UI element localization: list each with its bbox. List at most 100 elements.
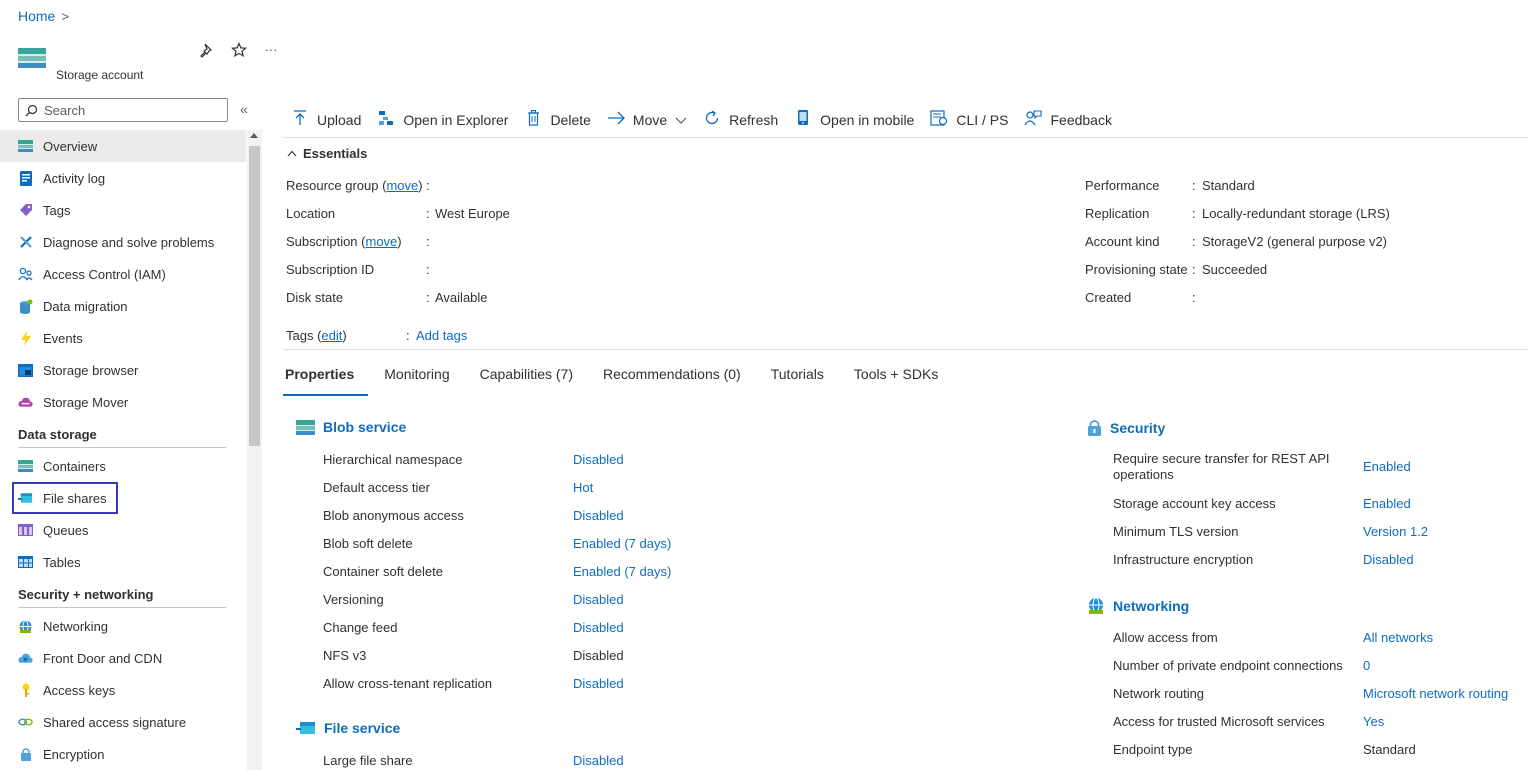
upload-icon [291, 109, 309, 131]
upload-button[interactable]: Upload [283, 106, 369, 134]
cloud-icon [18, 395, 33, 410]
sidebar-item-queues[interactable]: Queues [0, 514, 246, 546]
sidebar-item-shared-access-signature[interactable]: Shared access signature [0, 706, 246, 738]
tab-recommendations[interactable]: Recommendations (0) [601, 362, 755, 396]
sidebar-search[interactable] [18, 98, 228, 122]
sidebar-item-networking[interactable]: Networking [0, 610, 246, 642]
sidebar-item-tables[interactable]: Tables [0, 546, 246, 578]
essentials-divider [283, 349, 1528, 350]
sidebar-item-label: Front Door and CDN [43, 650, 163, 666]
sidebar-item-overview[interactable]: Overview [0, 130, 246, 162]
more-actions-button[interactable]: ··· [262, 42, 280, 62]
networking-heading[interactable]: Networking [1087, 597, 1189, 615]
sidebar-item-activity-log[interactable]: Activity log [0, 162, 246, 194]
cli-ps-label: CLI / PS [956, 112, 1009, 128]
sidebar-item-storage-browser[interactable]: Storage browser [0, 354, 246, 386]
property-value[interactable]: Enabled [1363, 496, 1411, 511]
ess-key: Location [286, 206, 336, 221]
file-shares-icon [18, 491, 33, 506]
property-value[interactable]: Yes [1363, 714, 1384, 729]
storage-browser-icon [18, 363, 33, 378]
property-value[interactable]: Disabled [573, 753, 624, 768]
property-value[interactable]: Disabled [573, 508, 624, 523]
subscription-move-link[interactable]: move [366, 234, 398, 249]
property-value[interactable]: Enabled [1363, 459, 1411, 474]
star-icon[interactable] [230, 41, 248, 62]
activity-log-icon [18, 170, 33, 186]
refresh-label: Refresh [729, 112, 779, 128]
sidebar-scrollbar[interactable] [247, 130, 262, 770]
tags-edit-link[interactable]: edit [321, 328, 342, 343]
property-value[interactable]: Microsoft network routing [1363, 686, 1508, 701]
ess-colon: : [426, 262, 430, 277]
file-service-heading[interactable]: File service [296, 720, 400, 736]
breadcrumb-home-link[interactable]: Home [18, 8, 55, 24]
sidebar-item-containers[interactable]: Containers [0, 450, 246, 482]
sidebar-item-tags[interactable]: Tags [0, 194, 246, 226]
search-icon [25, 104, 38, 116]
tab-capabilities[interactable]: Capabilities (7) [478, 362, 587, 396]
property-value[interactable]: Disabled [573, 676, 624, 691]
refresh-button[interactable]: Refresh [695, 106, 786, 134]
sidebar-item-storage-mover[interactable]: Storage Mover [0, 386, 246, 418]
essentials-toggle[interactable]: Essentials [287, 146, 367, 161]
sidebar-item-encryption[interactable]: Encryption [0, 738, 246, 770]
sidebar-item-file-shares[interactable]: File shares [12, 482, 118, 514]
arrow-right-icon [607, 111, 625, 130]
sidebar-item-label: Shared access signature [43, 714, 187, 730]
tab-monitoring[interactable]: Monitoring [382, 362, 463, 396]
tab-tools-sdks[interactable]: Tools + SDKs [852, 362, 952, 396]
sidebar-item-data-migration[interactable]: Data migration [0, 290, 246, 322]
property-value[interactable]: Disabled [1363, 552, 1414, 567]
file-service-list: Large file share Disabled [323, 753, 743, 770]
property-value[interactable]: Hot [573, 480, 593, 495]
resource-group-move-link[interactable]: move [386, 178, 418, 193]
property-value[interactable]: 0 [1363, 658, 1370, 673]
property-label: Number of private endpoint connections [1113, 658, 1343, 673]
sidebar-nav: Overview Activity log Tags Diagnose and … [0, 130, 246, 770]
cli-ps-button[interactable]: CLI / PS [922, 106, 1016, 134]
search-input[interactable] [44, 102, 214, 118]
networking-icon [18, 619, 33, 634]
scroll-up-arrow[interactable] [250, 133, 258, 138]
security-heading[interactable]: Security [1087, 419, 1165, 436]
file-service-title: File service [324, 720, 401, 736]
sidebar-item-events[interactable]: Events [0, 322, 246, 354]
essentials-title: Essentials [303, 146, 368, 161]
collapse-sidebar-button[interactable]: « [240, 101, 248, 117]
feedback-icon [1024, 109, 1043, 131]
property-label: Change feed [323, 620, 398, 635]
open-explorer-button[interactable]: Open in Explorer [369, 106, 516, 134]
blob-service-heading[interactable]: Blob service [296, 419, 406, 435]
scroll-thumb[interactable] [249, 146, 260, 446]
delete-button[interactable]: Delete [516, 106, 598, 134]
sidebar-item-access-keys[interactable]: Access keys [0, 674, 246, 706]
security-title: Security [1110, 419, 1166, 436]
file-service-icon [296, 722, 315, 734]
property-value[interactable]: Disabled [573, 620, 624, 635]
move-label: Move [632, 112, 668, 128]
sidebar-item-access-control[interactable]: Access Control (IAM) [0, 258, 246, 290]
sidebar-item-diagnose[interactable]: Diagnose and solve problems [0, 226, 246, 258]
property-label: NFS v3 [323, 648, 367, 663]
pin-icon[interactable] [198, 42, 216, 62]
sidebar-item-front-door[interactable]: Front Door and CDN [0, 642, 246, 674]
move-dropdown-button[interactable]: Move [599, 106, 695, 134]
chevron-down-icon [675, 112, 687, 128]
property-value[interactable]: Enabled (7 days) [573, 564, 671, 579]
tab-properties[interactable]: Properties [283, 362, 369, 396]
property-value[interactable]: Disabled [573, 592, 624, 607]
property-value[interactable]: All networks [1363, 630, 1433, 645]
storage-account-icon [18, 48, 46, 68]
tables-icon [18, 555, 33, 570]
feedback-button[interactable]: Feedback [1016, 106, 1119, 134]
property-value[interactable]: Version 1.2 [1363, 524, 1428, 539]
property-value[interactable]: Enabled (7 days) [573, 536, 671, 551]
property-value[interactable]: Disabled [573, 452, 624, 467]
add-tags-link[interactable]: Add tags [416, 328, 467, 343]
tab-tutorials[interactable]: Tutorials [769, 362, 838, 396]
lock-icon [18, 747, 33, 762]
property-label: Allow access from [1113, 630, 1218, 645]
breadcrumb: Home > [18, 8, 69, 24]
open-mobile-button[interactable]: Open in mobile [786, 106, 922, 134]
